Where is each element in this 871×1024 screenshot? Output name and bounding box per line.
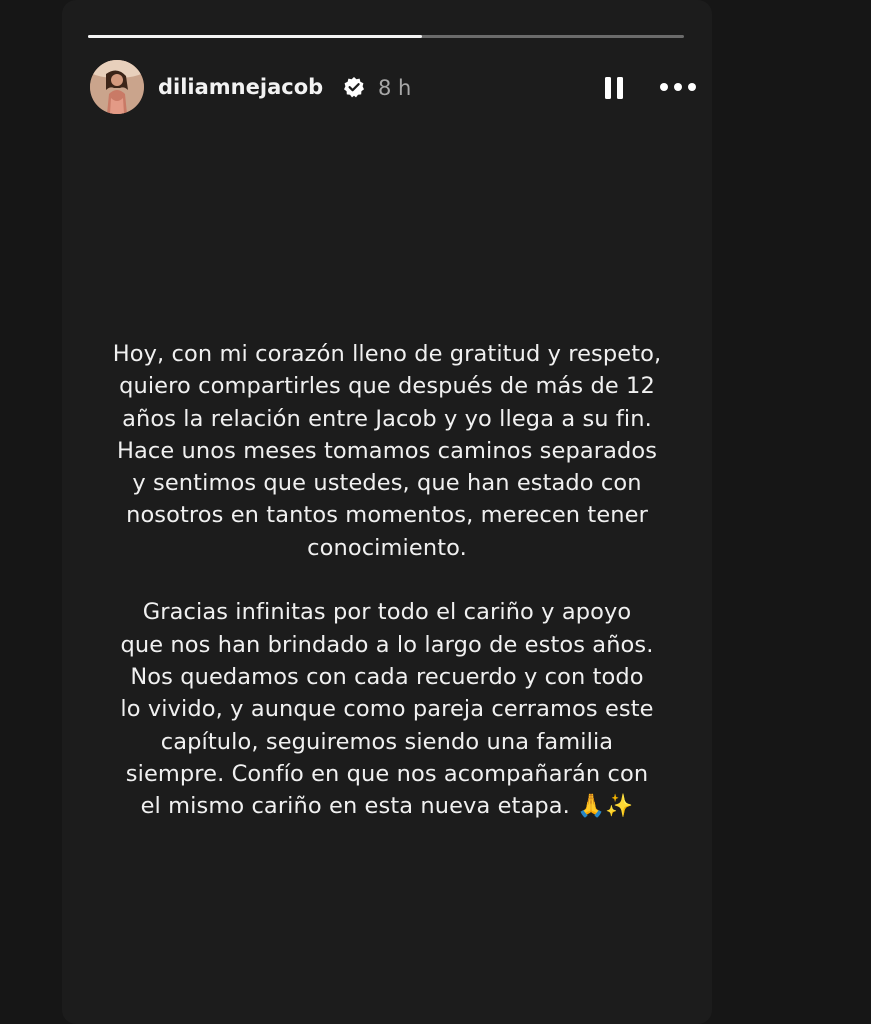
verified-badge-icon	[344, 77, 364, 98]
username[interactable]: diliamnejacob	[158, 75, 323, 99]
pause-icon[interactable]	[603, 76, 625, 100]
more-options-icon[interactable]	[658, 79, 698, 95]
story-line: conocimiento.	[307, 534, 467, 561]
story-line: siempre. Confío en que nos acompañarán c…	[125, 760, 649, 787]
avatar-image	[90, 60, 144, 114]
story-line: nosotros en tantos momentos, merecen ten…	[126, 502, 648, 529]
time-ago: 8 h	[378, 76, 412, 100]
story-line: Hoy, con mi corazón lleno de gratitud y …	[112, 341, 662, 367]
page: diliamnejacob 8 h Hoy, con mi corazón ll…	[0, 0, 871, 1024]
story-line: años la relación entre Jacob y yo llega …	[122, 405, 652, 432]
sparkles-emoji: ✨	[605, 793, 634, 820]
story-line: y sentimos que ustedes, que han estado c…	[132, 470, 642, 497]
praying-hands-emoji: 🙏	[577, 793, 606, 820]
story-line: quiero compartirles que después de más d…	[119, 373, 655, 400]
story-progress-bar	[88, 35, 684, 38]
story-progress-fill	[88, 35, 422, 38]
story-card[interactable]: diliamnejacob 8 h Hoy, con mi corazón ll…	[62, 0, 712, 1024]
story-line-text: el mismo cariño en esta nueva etapa.	[140, 793, 570, 820]
story-line: Nos quedamos con cada recuerdo y con tod…	[130, 663, 644, 690]
story-text: Hoy, con mi corazón lleno de gratitud y …	[82, 338, 692, 822]
story-line: que nos han brindado a lo largo de estos…	[120, 631, 654, 658]
story-line: capítulo, seguiremos siendo una familia	[160, 728, 614, 755]
story-line: Gracias infinitas por todo el cariño y a…	[142, 599, 632, 626]
story-header: diliamnejacob 8 h	[90, 60, 696, 116]
story-line-last: el mismo cariño en esta nueva etapa. 🙏✨	[82, 790, 692, 822]
story-line: Hace unos meses tomamos caminos separado…	[116, 437, 658, 464]
story-line: lo vivido, y aunque como pareja cerramos…	[120, 696, 654, 723]
avatar[interactable]	[90, 60, 144, 114]
